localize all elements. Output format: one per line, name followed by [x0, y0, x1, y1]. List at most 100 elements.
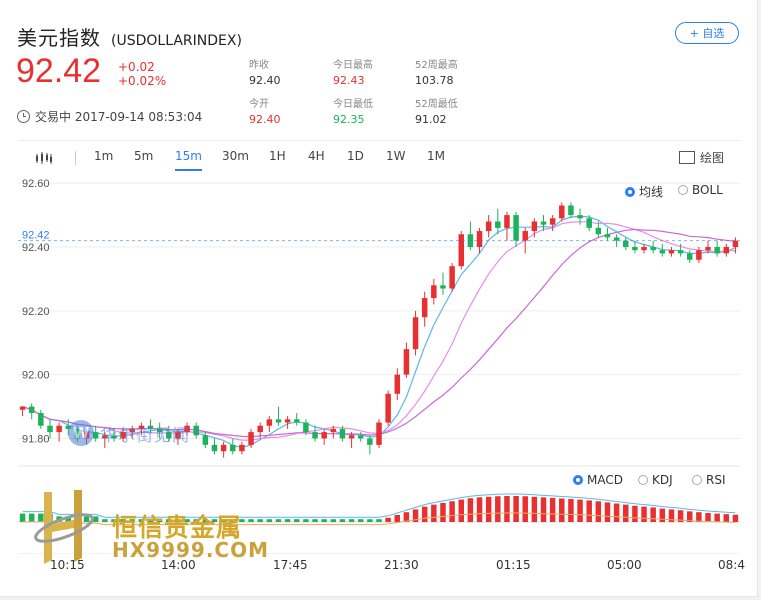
tab-4h[interactable]: 4H	[308, 149, 325, 169]
candle-body	[723, 247, 730, 254]
y-tick-label: 92.00	[22, 370, 50, 382]
stat-label: 52周最低	[415, 99, 458, 110]
current-price-label: 92.42	[22, 230, 50, 242]
macd-bar	[303, 519, 309, 522]
status-text: 交易中 2017-09-14 08:53:04	[35, 110, 203, 124]
tab-30m[interactable]: 30m	[222, 149, 249, 169]
macd-bar	[659, 508, 666, 522]
instrument-title: 美元指数 (USDOLLARINDEX)	[17, 22, 242, 51]
candle-body	[458, 234, 464, 267]
candle-body	[284, 419, 291, 423]
macd-bar	[595, 501, 602, 522]
indicator-rsi-radio[interactable]: RSI	[692, 473, 726, 487]
indicator-kdj-radio[interactable]: KDJ	[638, 473, 673, 487]
macd-bar	[568, 499, 574, 522]
candle-body	[677, 250, 684, 254]
y-tick-label: 92.60	[22, 178, 50, 190]
draw-label: 绘图	[699, 151, 724, 165]
stat-value: 92.35	[333, 113, 365, 126]
tab-1w[interactable]: 1W	[386, 149, 406, 169]
monitor-chart-icon	[678, 151, 695, 164]
overlay-boll-radio[interactable]: BOLL	[678, 183, 723, 197]
candle-body	[385, 393, 391, 423]
stat-day-high: 今日最高 92.43	[333, 56, 373, 87]
candle-body	[303, 422, 309, 433]
macd-bar	[357, 519, 364, 522]
ma-line	[22, 221, 736, 441]
x-tick: 05:00	[607, 558, 642, 572]
candle-body	[421, 298, 428, 318]
candle-body	[239, 444, 245, 452]
overlay-ma-label: 均线	[639, 185, 664, 199]
stat-value: 92.43	[333, 74, 365, 87]
macd-bar	[440, 502, 446, 522]
instrument-name: 美元指数	[17, 26, 101, 50]
overlay-boll-label: BOLL	[692, 183, 723, 197]
candle-body	[531, 221, 538, 232]
macd-bar	[312, 519, 318, 522]
candle-body	[275, 419, 282, 423]
macd-bar	[458, 499, 464, 522]
instrument-code: (USDOLLARINDEX)	[111, 33, 242, 49]
tab-1h[interactable]: 1H	[269, 149, 286, 169]
price-change: +0.02 +0.02%	[118, 60, 166, 88]
macd-bar	[339, 519, 346, 522]
draw-tool-button[interactable]: 绘图	[678, 149, 724, 166]
macd-bar	[257, 519, 263, 522]
macd-bar	[522, 496, 528, 522]
chart-toolbar: 1m 5m 15m 30m 1H 4H 1D 1W 1M 绘图	[18, 140, 740, 175]
macd-bar	[376, 519, 382, 522]
candle-body	[376, 422, 382, 445]
candle-body	[367, 438, 373, 445]
candlestick-icon[interactable]	[35, 151, 53, 165]
macd-bar	[431, 504, 437, 522]
tab-1d[interactable]: 1D	[347, 149, 364, 169]
radio-icon	[678, 185, 688, 195]
stat-label: 今开	[249, 99, 269, 110]
stat-52w-high: 52周最高 103.78	[415, 56, 458, 87]
candle-body	[348, 435, 355, 439]
indicator-macd-radio[interactable]: MACD	[573, 473, 623, 487]
macd-bar	[531, 496, 538, 522]
add-watchlist-button[interactable]: + 自选	[675, 22, 739, 44]
candle-body	[586, 218, 592, 228]
candle-body	[732, 240, 739, 248]
hengxin-logo-icon	[34, 490, 94, 564]
candle-body	[312, 432, 318, 439]
macd-bar	[577, 499, 583, 522]
tab-1m[interactable]: 1m	[94, 149, 113, 169]
y-tick-label: 92.20	[22, 306, 50, 318]
candle-body	[559, 205, 565, 219]
macd-bar	[394, 515, 401, 522]
macd-bar	[449, 501, 455, 522]
candle-body	[696, 250, 702, 260]
macd-bar	[485, 496, 492, 522]
candle-body	[650, 247, 656, 251]
macd-bar	[632, 505, 638, 522]
overlay-ma-radio[interactable]: 均线	[625, 183, 663, 200]
candle-body	[623, 240, 629, 248]
tab-1mo[interactable]: 1M	[427, 149, 445, 169]
candle-body	[321, 432, 327, 439]
candle-body	[449, 266, 455, 289]
candle-body	[485, 221, 492, 232]
macd-bar	[266, 519, 273, 522]
stat-value: 103.78	[415, 74, 454, 87]
candle-body	[476, 231, 483, 248]
candle-body	[714, 247, 720, 254]
tab-15m[interactable]: 15m	[175, 149, 202, 171]
candle-body	[339, 428, 346, 439]
x-tick: 21:30	[384, 558, 419, 572]
price-chart[interactable]: 92.60 92.40 92.20 92.00 91.80 92.42	[0, 174, 757, 554]
stat-52w-low: 52周最低 91.02	[415, 95, 458, 126]
x-tick: 17:45	[273, 558, 308, 572]
tab-5m[interactable]: 5m	[134, 149, 153, 169]
candle-body	[641, 247, 647, 251]
radio-icon	[638, 475, 648, 485]
macd-bar	[476, 497, 483, 522]
candle-body	[549, 218, 556, 225]
macd-bar	[513, 495, 519, 522]
macd-bar	[723, 514, 730, 522]
macd-bar	[732, 514, 739, 522]
stat-value: 91.02	[415, 113, 447, 126]
